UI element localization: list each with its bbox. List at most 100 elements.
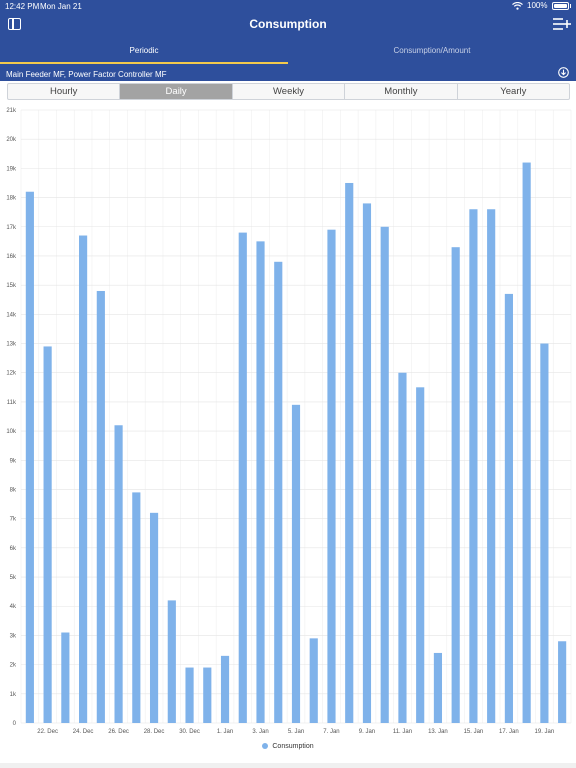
bar[interactable] bbox=[149, 512, 159, 723]
status-bar: 12:42 PM Mon Jan 21 100% bbox=[0, 0, 576, 13]
y-tick-label: 21k bbox=[6, 108, 17, 114]
bar[interactable] bbox=[380, 226, 389, 723]
status-time: 12:42 PM bbox=[5, 2, 40, 11]
bar[interactable] bbox=[522, 162, 531, 724]
bar[interactable] bbox=[416, 387, 425, 723]
period-hourly[interactable]: Hourly bbox=[8, 84, 121, 99]
status-date: Mon Jan 21 bbox=[40, 2, 82, 11]
legend-swatch bbox=[262, 743, 269, 750]
y-tick-label: 6k bbox=[10, 546, 17, 552]
bar[interactable] bbox=[327, 229, 336, 723]
battery-nub bbox=[569, 3, 571, 8]
y-tick-label: 15k bbox=[6, 283, 17, 289]
y-tick-label: 18k bbox=[6, 196, 17, 202]
y-tick-label: 11k bbox=[7, 400, 17, 406]
bar[interactable] bbox=[451, 247, 460, 723]
bar[interactable] bbox=[220, 655, 230, 723]
x-tick-label: 13. Jan bbox=[428, 729, 448, 735]
bar[interactable] bbox=[25, 191, 34, 723]
y-tick-label: 19k bbox=[6, 166, 17, 172]
chart-legend: Consumption bbox=[0, 743, 576, 750]
x-tick-label: 11. Jan bbox=[393, 729, 412, 735]
y-tick-label: 20k bbox=[6, 137, 17, 143]
x-tick-label: 30. Dec bbox=[179, 729, 200, 735]
y-tick-label: 2k bbox=[10, 663, 17, 669]
x-tick-label: 24. Dec bbox=[73, 729, 94, 735]
y-tick-label: 3k bbox=[10, 633, 17, 639]
device-subtitle: Main Feeder MF, Power Factor Controller … bbox=[6, 70, 167, 79]
x-tick-label: 26. Dec bbox=[108, 729, 129, 735]
period-selector: Hourly Daily Weekly Monthly Yearly bbox=[7, 83, 570, 100]
bar[interactable] bbox=[309, 638, 318, 723]
bar[interactable] bbox=[345, 182, 354, 723]
x-tick-label: 28. Dec bbox=[144, 729, 165, 735]
bar[interactable] bbox=[203, 667, 212, 723]
bar[interactable] bbox=[61, 632, 70, 723]
bar[interactable] bbox=[185, 667, 194, 723]
x-tick-label: 17. Jan bbox=[499, 729, 519, 735]
bar[interactable] bbox=[238, 232, 247, 723]
period-monthly[interactable]: Monthly bbox=[345, 84, 458, 99]
x-tick-label: 1. Jan bbox=[217, 729, 233, 735]
y-axis-labels: 0 1k 2k 3k 4k 5k 6k 7k 8k 9k 10k 11k 12k 13k 14k 15k 16k… bbox=[6, 108, 17, 727]
download-icon[interactable] bbox=[558, 67, 569, 78]
bar[interactable] bbox=[558, 641, 567, 723]
bar[interactable] bbox=[469, 209, 478, 723]
bar[interactable] bbox=[114, 425, 123, 723]
bar[interactable] bbox=[398, 372, 407, 723]
bar[interactable] bbox=[504, 293, 513, 723]
y-tick-label: 7k bbox=[10, 517, 17, 523]
y-tick-label: 0 bbox=[13, 721, 17, 727]
y-tick-label: 12k bbox=[6, 371, 17, 377]
bar[interactable] bbox=[43, 346, 52, 723]
bar[interactable] bbox=[540, 343, 549, 723]
chart-bars bbox=[25, 162, 567, 724]
x-tick-label: 7. Jan bbox=[323, 729, 339, 735]
bar[interactable] bbox=[362, 203, 372, 723]
bar[interactable] bbox=[96, 290, 105, 723]
battery-icon bbox=[551, 1, 569, 10]
tab-selected-indicator bbox=[0, 62, 288, 64]
bar[interactable] bbox=[256, 241, 265, 723]
y-tick-label: 1k bbox=[10, 692, 17, 698]
x-tick-label: 22. Dec bbox=[37, 729, 58, 735]
y-tick-label: 9k bbox=[10, 458, 17, 464]
bar[interactable] bbox=[79, 235, 88, 723]
y-tick-label: 5k bbox=[10, 575, 17, 581]
period-yearly[interactable]: Yearly bbox=[458, 84, 569, 99]
bottom-bar bbox=[0, 763, 576, 768]
top-bar: 12:42 PM Mon Jan 21 100% Consumption Per… bbox=[0, 0, 576, 81]
bar[interactable] bbox=[487, 209, 496, 723]
y-tick-label: 4k bbox=[10, 604, 17, 610]
battery-percent: 100% bbox=[527, 1, 548, 10]
tab-consumption-amount[interactable]: Consumption/Amount bbox=[288, 46, 576, 55]
consumption-chart: 0 1k 2k 3k 4k 5k 6k 7k 8k 9k 10k 11k 12k 13k 14k 15k 16k… bbox=[6, 108, 572, 735]
y-tick-label: 16k bbox=[6, 254, 17, 260]
x-tick-label: 15. Jan bbox=[464, 729, 484, 735]
wifi-icon bbox=[512, 1, 523, 10]
bar[interactable] bbox=[274, 261, 283, 723]
y-tick-label: 10k bbox=[6, 429, 17, 435]
bar[interactable] bbox=[167, 600, 176, 723]
x-tick-label: 5. Jan bbox=[288, 729, 304, 735]
page-title: Consumption bbox=[249, 17, 327, 31]
y-tick-label: 14k bbox=[6, 312, 17, 318]
bar[interactable] bbox=[291, 404, 301, 723]
y-tick-label: 17k bbox=[6, 225, 17, 231]
add-list-icon[interactable] bbox=[553, 17, 571, 31]
tab-periodic[interactable]: Periodic bbox=[0, 46, 288, 55]
x-tick-label: 9. Jan bbox=[359, 729, 375, 735]
bar[interactable] bbox=[433, 652, 443, 723]
y-tick-label: 8k bbox=[10, 487, 17, 493]
y-tick-label: 13k bbox=[6, 342, 17, 348]
nav-bar: Consumption bbox=[0, 14, 576, 36]
period-daily[interactable]: Daily bbox=[120, 84, 233, 99]
legend-label: Consumption bbox=[272, 743, 314, 750]
bar[interactable] bbox=[132, 492, 141, 723]
x-tick-label: 19. Jan bbox=[535, 729, 555, 735]
x-tick-label: 3. Jan bbox=[252, 729, 268, 735]
period-weekly[interactable]: Weekly bbox=[233, 84, 346, 99]
x-axis-labels: 22. Dec 24. Dec 26. Dec 28. Dec 30. Dec 1. Ja… bbox=[37, 729, 554, 735]
status-right: 100% bbox=[512, 1, 571, 10]
view-segment-control: Periodic Consumption/Amount bbox=[0, 37, 576, 65]
